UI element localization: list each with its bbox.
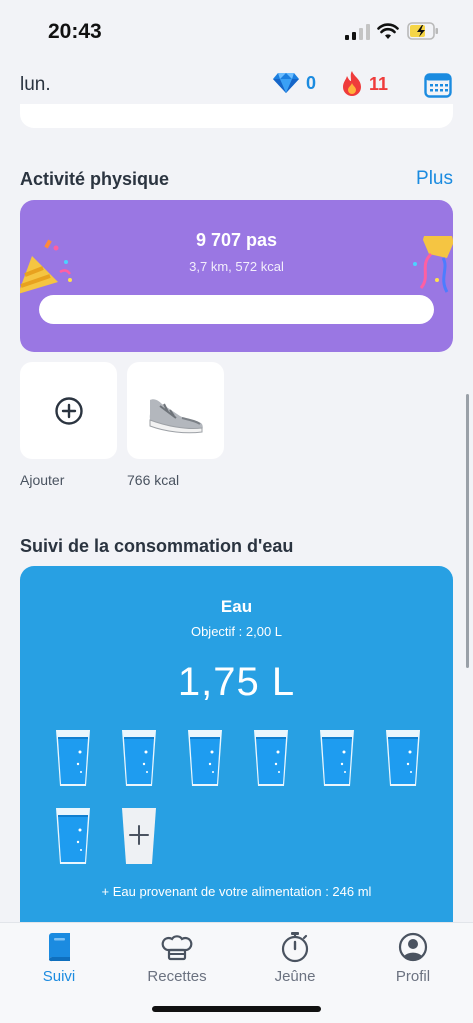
add-water-glass-button[interactable]: [119, 806, 159, 866]
nav-item-jeune[interactable]: Jeûne: [245, 931, 345, 985]
wifi-icon: [377, 23, 399, 39]
nav-label-jeune: Jeûne: [274, 968, 316, 985]
streak-counter[interactable]: 11: [339, 70, 388, 98]
water-goal: Objectif : 2,00 L: [190, 624, 283, 639]
app-header: lun. 0 11: [0, 60, 473, 110]
water-glass-filled[interactable]: [251, 728, 291, 788]
chef-hat-icon: [161, 935, 193, 961]
profile-icon: [398, 932, 428, 962]
steps-progress-bar: [39, 295, 434, 324]
sneaker-icon: [149, 398, 203, 433]
water-glass-filled[interactable]: [119, 728, 159, 788]
water-glass-filled[interactable]: [317, 728, 357, 788]
add-activity-button[interactable]: [20, 362, 117, 459]
add-circle-icon: [54, 396, 83, 425]
add-activity-label: Ajouter: [20, 472, 65, 488]
water-food-note: + Eau provenant de votre alimentation : …: [101, 884, 372, 899]
gems-counter[interactable]: 0: [272, 72, 316, 94]
water-glass-filled[interactable]: [185, 728, 225, 788]
nav-label-profil: Profil: [395, 968, 431, 985]
streak-count: 11: [369, 73, 389, 94]
flame-icon: [343, 71, 361, 96]
water-glass-filled[interactable]: [53, 728, 93, 788]
book-icon: [49, 933, 70, 962]
water-section-title: Suivi de la consommation d'eau: [20, 536, 294, 556]
signal-icon: [345, 24, 370, 40]
more-link[interactable]: Plus: [416, 168, 453, 190]
activity-section-title: Activité physique: [20, 169, 170, 189]
activity-kcal-label: 766 kcal: [127, 472, 180, 488]
steps-card[interactable]: 9 707 pas 3,7 km, 572 kcal: [20, 200, 453, 352]
gems-count: 0: [306, 72, 317, 93]
nav-item-suivi[interactable]: Suivi: [9, 931, 109, 985]
nav-item-recettes[interactable]: Recettes: [127, 931, 227, 985]
battery-icon: [407, 22, 438, 40]
nav-item-profil[interactable]: Profil: [363, 931, 463, 985]
water-glass-filled[interactable]: [53, 806, 93, 866]
day-selector[interactable]: lun.: [20, 74, 51, 96]
water-amount: 1,75 L: [177, 660, 296, 704]
steps-details: 3,7 km, 572 kcal: [189, 259, 284, 274]
previous-card: [20, 104, 453, 128]
nav-label-suivi: Suivi: [42, 968, 76, 985]
home-indicator: [152, 1006, 321, 1012]
activity-tile-sneaker[interactable]: [127, 362, 224, 459]
water-card: Eau Objectif : 2,00 L 1,75 L + Eau prove…: [20, 566, 453, 936]
steps-count: 9 707 pas: [195, 230, 278, 250]
diamond-icon: [273, 73, 299, 93]
calendar-icon[interactable]: [424, 72, 452, 98]
water-glass-filled[interactable]: [383, 728, 423, 788]
nav-label-recettes: Recettes: [147, 968, 207, 985]
stopwatch-icon: [281, 932, 309, 963]
status-time: 20:43: [48, 20, 102, 43]
water-title: Eau: [220, 597, 253, 616]
scrollbar[interactable]: [466, 394, 469, 668]
status-bar: 20:43: [0, 0, 473, 60]
